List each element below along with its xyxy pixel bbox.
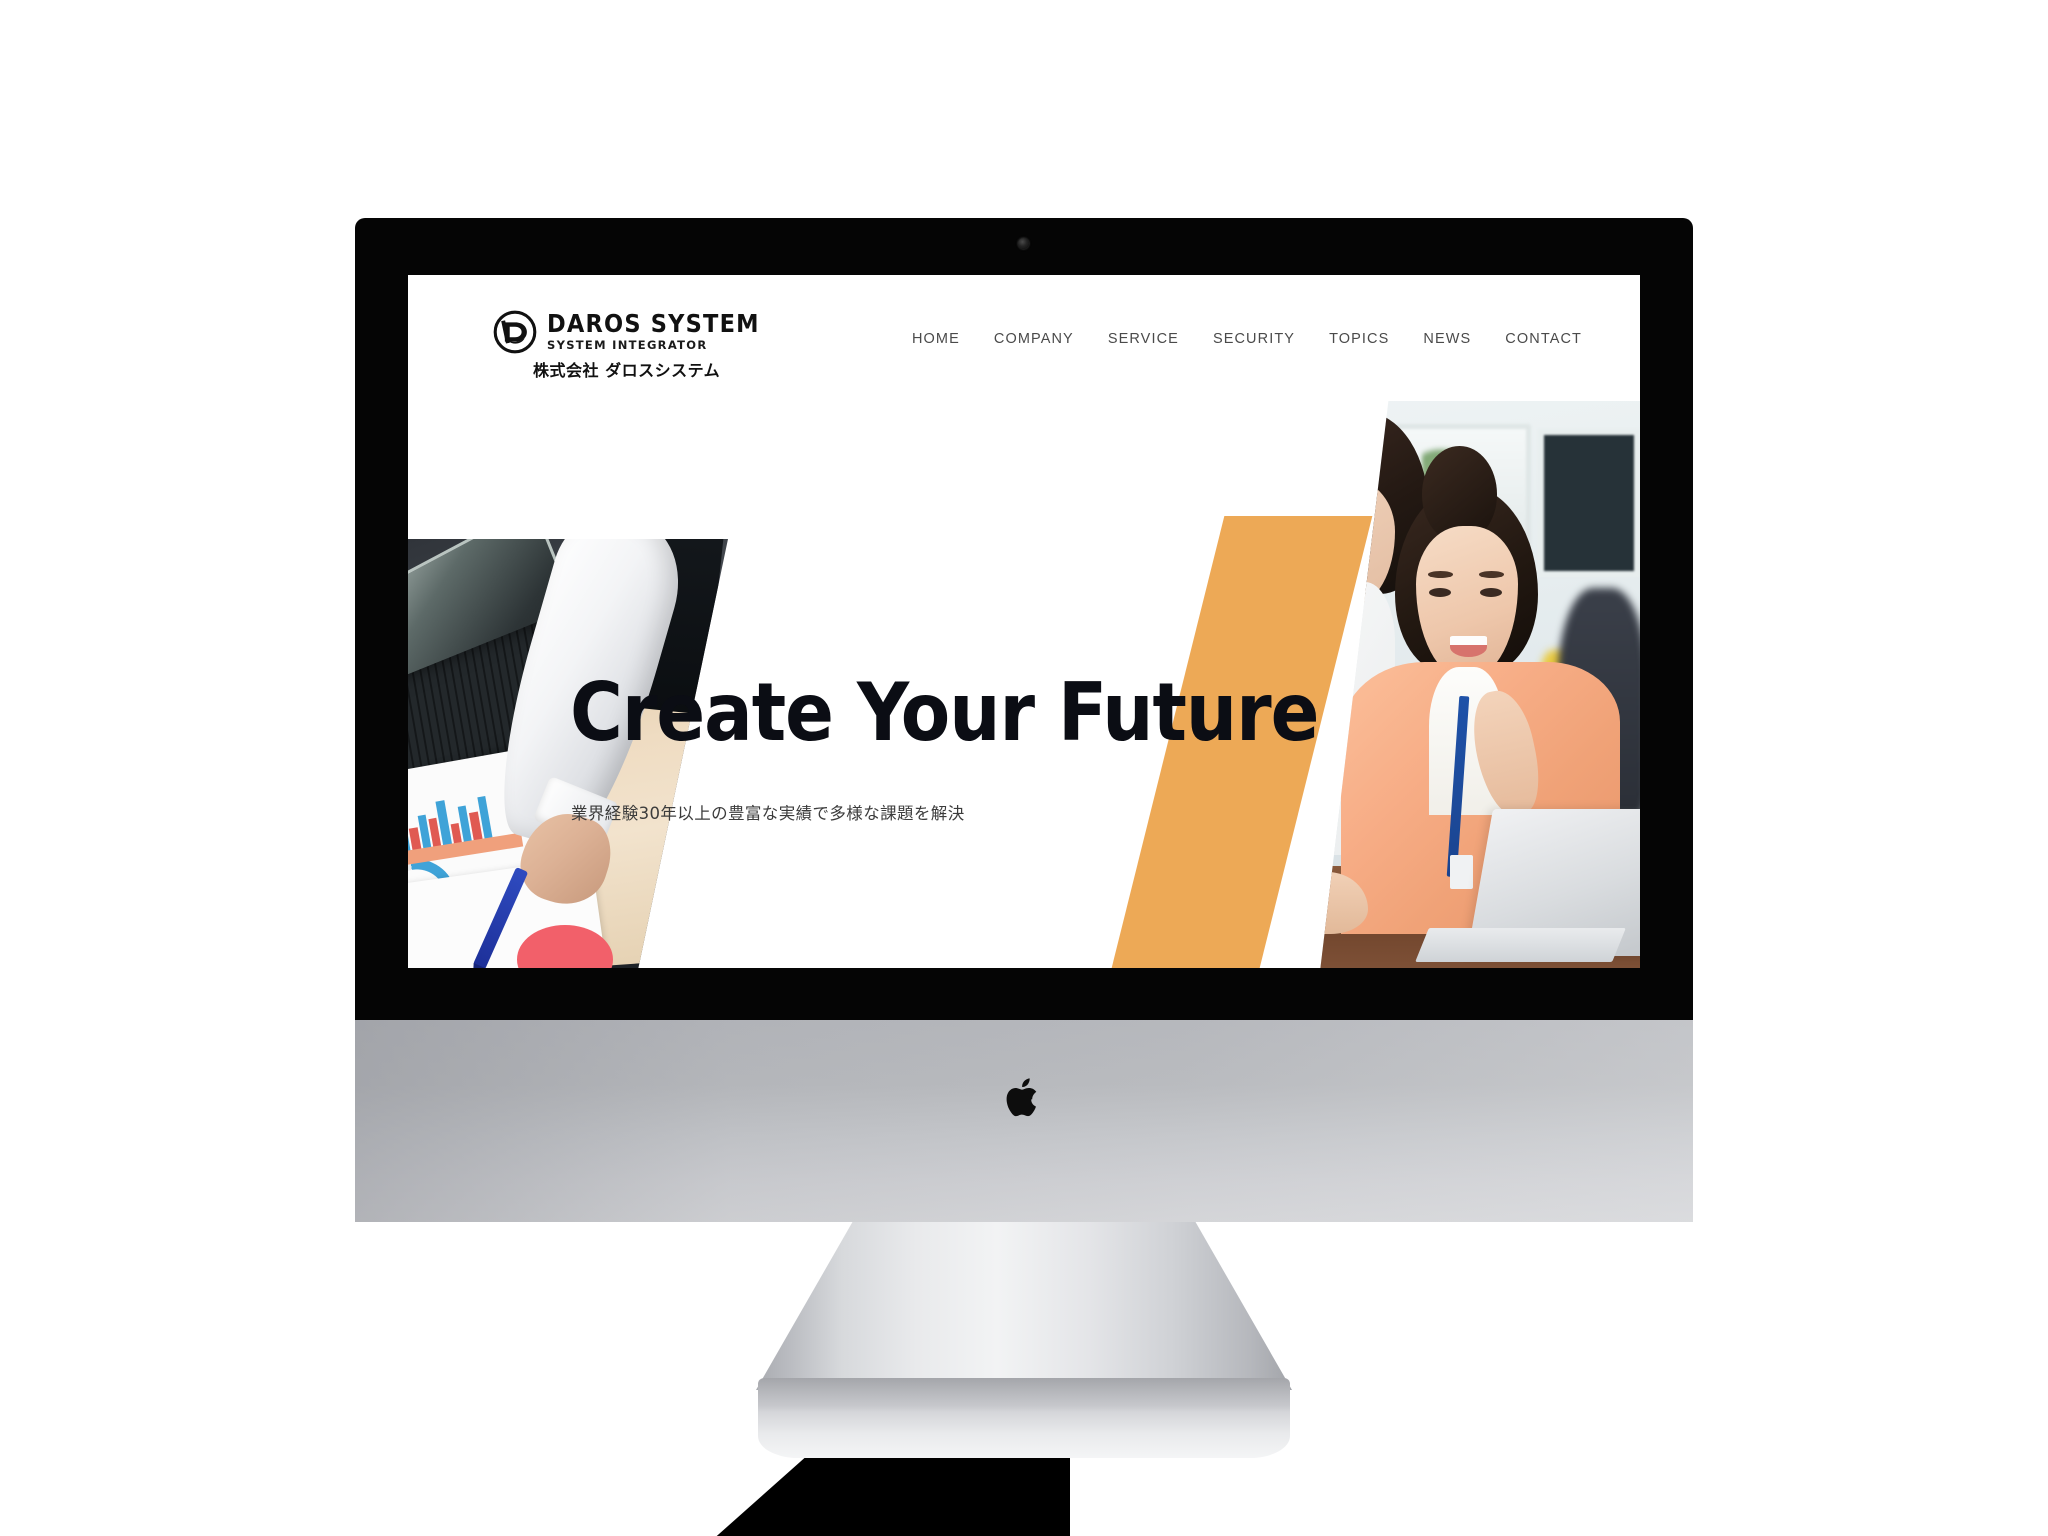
nav-item-service[interactable]: SERVICE xyxy=(1108,327,1179,351)
screenshot-canvas: DAROS SYSTEM SYSTEM INTEGRATOR 株式会社 ダロスシ… xyxy=(0,0,2048,1536)
stand-highlight-right xyxy=(1405,1222,1735,1536)
hero-photo-right xyxy=(1320,401,1640,968)
logo-title: DAROS SYSTEM xyxy=(547,309,760,338)
nav-item-topics[interactable]: TOPICS xyxy=(1329,327,1389,351)
nav-item-home[interactable]: HOME xyxy=(912,327,960,351)
nav-item-contact[interactable]: CONTACT xyxy=(1505,327,1582,351)
site-header: DAROS SYSTEM SYSTEM INTEGRATOR 株式会社 ダロスシ… xyxy=(408,275,1640,401)
hero-photo-left xyxy=(408,539,728,968)
monitor-stand-foot-shading xyxy=(758,1378,1290,1412)
imac-device: DAROS SYSTEM SYSTEM INTEGRATOR 株式会社 ダロスシ… xyxy=(355,218,1735,1536)
nav-item-company[interactable]: COMPANY xyxy=(994,327,1074,351)
logo-company-jp: 株式会社 ダロスシステム xyxy=(533,361,721,380)
primary-navigation: HOME COMPANY SERVICE SECURITY TOPICS NEW… xyxy=(912,327,1582,351)
website-viewport: DAROS SYSTEM SYSTEM INTEGRATOR 株式会社 ダロスシ… xyxy=(408,275,1640,968)
site-logo[interactable]: DAROS SYSTEM SYSTEM INTEGRATOR 株式会社 ダロスシ… xyxy=(493,309,773,379)
nav-item-security[interactable]: SECURITY xyxy=(1213,327,1295,351)
hero-section: Create Your Future 業界経験30年以上の豊富な実績で多様な課題… xyxy=(408,401,1640,968)
daros-d-monogram-icon xyxy=(493,310,537,354)
monitor-screen: DAROS SYSTEM SYSTEM INTEGRATOR 株式会社 ダロスシ… xyxy=(408,275,1640,968)
monitor-bezel: DAROS SYSTEM SYSTEM INTEGRATOR 株式会社 ダロスシ… xyxy=(355,218,1693,1020)
camera-dot-icon xyxy=(1018,238,1029,249)
monitor-stand-neck xyxy=(756,1222,1292,1390)
nav-item-news[interactable]: NEWS xyxy=(1423,327,1471,351)
logo-tagline: SYSTEM INTEGRATOR xyxy=(547,338,708,352)
apple-logo-icon xyxy=(1005,1074,1045,1122)
